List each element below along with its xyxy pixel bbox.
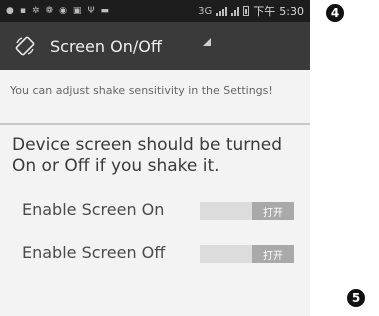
notification-dot-icon: ▪ <box>19 5 26 16</box>
shake-description: Device screen should be turned On or Off… <box>12 135 282 176</box>
clock-am-pm: 下午 <box>253 5 276 18</box>
network-type: 3G <box>198 5 213 17</box>
app-notification-icon: ❁ <box>45 5 54 16</box>
enable-screen-on-toggle[interactable]: 打开 <box>200 202 294 220</box>
enable-screen-on-label: Enable Screen On <box>22 200 165 219</box>
enable-screen-off-toggle[interactable]: 打开 <box>200 245 294 263</box>
alert-icon: ◉ <box>59 5 67 16</box>
battery-icon <box>243 6 250 16</box>
wifi-signal-icon <box>231 6 240 16</box>
screen-rotate-icon[interactable] <box>14 35 36 57</box>
notification-circle-icon: ● <box>6 5 14 16</box>
enable-screen-off-toggle-knob[interactable]: 打开 <box>252 245 294 263</box>
enable-screen-on-toggle-knob[interactable]: 打开 <box>252 202 294 220</box>
mobile-signal-icon <box>216 6 228 16</box>
gallery-icon: ▣ <box>72 5 82 16</box>
status-bar: ● ▪ ✲ ❁ ◉ ▣ Ψ ▬ 3G 下午 5:30 <box>0 0 310 22</box>
clock-time: 5:30 <box>279 4 304 18</box>
action-bar: Screen On/Off <box>0 22 310 70</box>
settings-gear-icon: ✲ <box>31 5 40 16</box>
callout-5: 5 <box>347 289 365 307</box>
game-controller-icon: ▬ <box>100 5 110 16</box>
sensitivity-hint: You can adjust shake sensitivity in the … <box>10 84 273 97</box>
enable-screen-off-label: Enable Screen Off <box>22 243 166 262</box>
app-title: Screen On/Off <box>50 36 162 56</box>
callout-4: 4 <box>326 4 344 22</box>
phone-screen: ● ▪ ✲ ❁ ◉ ▣ Ψ ▬ 3G 下午 5:30 Screen On/Off… <box>0 0 310 316</box>
notification-icons: ● ▪ ✲ ❁ ◉ ▣ Ψ ▬ <box>0 5 110 16</box>
status-right: 3G 下午 5:30 <box>198 3 310 19</box>
dropdown-indicator-icon[interactable] <box>203 38 211 46</box>
section-divider <box>0 123 310 125</box>
usb-icon: Ψ <box>87 5 95 16</box>
